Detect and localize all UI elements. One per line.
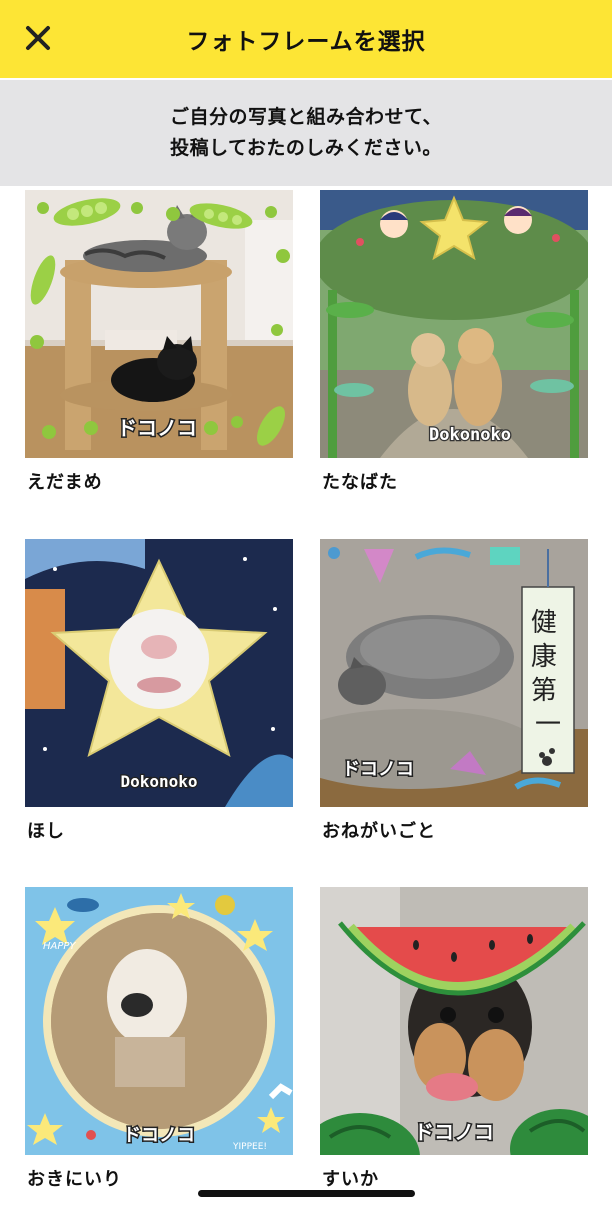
page-title: フォトフレームを選択 bbox=[186, 29, 426, 55]
frame-card-hoshi[interactable]: Dokonoko ほし bbox=[25, 539, 293, 842]
frame-stamp: ドコノコ bbox=[117, 416, 197, 440]
home-indicator[interactable] bbox=[198, 1190, 415, 1197]
frame-stamp: ドコノコ bbox=[342, 759, 414, 780]
frame-label: おきにいり bbox=[27, 1169, 122, 1190]
frame-stamp: ドコノコ bbox=[123, 1125, 195, 1146]
frame-thumbnail-hoshi[interactable]: Dokonoko bbox=[25, 539, 293, 807]
frame-label: えだまめ bbox=[27, 472, 103, 493]
banner-line-1: ご自分の写真と組み合わせて、 bbox=[169, 106, 443, 128]
frame-card-onegaigoto[interactable]: 健 康 第 一 ドコノコ おねがいごと bbox=[320, 539, 588, 842]
frame-thumbnail-tanabata[interactable]: Dokonoko bbox=[320, 190, 588, 458]
sticker-text-yippee: YIPPEE! bbox=[232, 1142, 267, 1152]
frame-grid: ドコノコ えだまめ Dokonoko たなばた Dokonoko ほし 健 康 … bbox=[0, 186, 612, 1212]
instruction-banner: ご自分の写真と組み合わせて、 投稿しておたのしみください。 bbox=[0, 80, 612, 186]
frame-card-suika[interactable]: ドコノコ すいか bbox=[320, 887, 588, 1190]
frame-stamp: Dokonoko bbox=[429, 425, 511, 445]
banner-line-2: 投稿しておたのしみください。 bbox=[170, 137, 442, 159]
wish-tag-char: 健 bbox=[531, 608, 557, 638]
frame-thumbnail-suika[interactable]: ドコノコ bbox=[320, 887, 588, 1155]
wish-tag-char: 康 bbox=[531, 642, 557, 672]
wish-tag-char: 第 bbox=[531, 676, 557, 706]
frame-card-tanabata[interactable]: Dokonoko たなばた bbox=[320, 190, 588, 493]
wish-tag-char: 一 bbox=[535, 710, 561, 740]
frame-thumbnail-okiniiri[interactable]: HAPPY YIPPEE! ドコノコ bbox=[25, 887, 293, 1155]
frame-label: たなばた bbox=[322, 472, 398, 493]
frame-stamp: Dokonoko bbox=[120, 772, 197, 791]
frame-card-okiniiri[interactable]: HAPPY YIPPEE! ドコノコ おきにいり bbox=[25, 887, 293, 1190]
frame-thumbnail-onegaigoto[interactable]: 健 康 第 一 ドコノコ bbox=[320, 539, 588, 807]
frame-stamp: ドコノコ bbox=[414, 1120, 494, 1144]
frame-thumbnail-edamame[interactable]: ドコノコ bbox=[25, 190, 293, 458]
frame-label: おねがいごと bbox=[322, 821, 436, 842]
frame-label: ほし bbox=[27, 821, 65, 842]
frame-card-edamame[interactable]: ドコノコ えだまめ bbox=[25, 190, 293, 493]
frame-label: すいか bbox=[322, 1169, 379, 1190]
sticker-text-happy: HAPPY bbox=[43, 941, 76, 952]
header-bar: フォトフレームを選択 bbox=[0, 0, 612, 78]
